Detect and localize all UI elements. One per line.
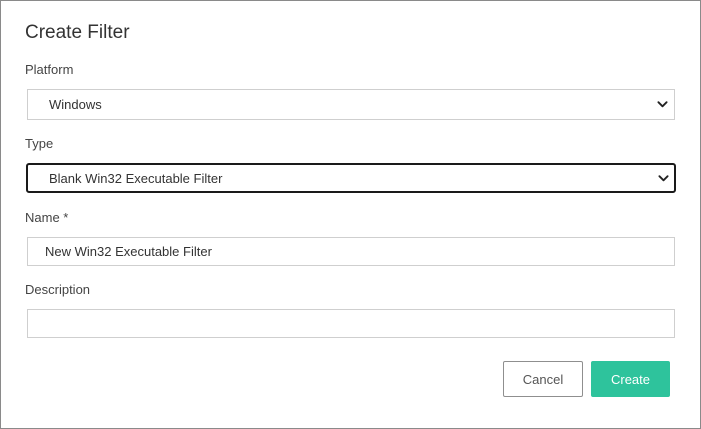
- name-input-value: New Win32 Executable Filter: [45, 244, 212, 259]
- type-select[interactable]: Blank Win32 Executable Filter: [26, 163, 676, 193]
- chevron-down-icon: [657, 101, 668, 108]
- description-input[interactable]: [27, 309, 675, 338]
- chevron-down-icon: [658, 175, 669, 182]
- type-label: Type: [25, 136, 54, 151]
- dialog-title: Create Filter: [25, 22, 130, 43]
- platform-label: Platform: [25, 62, 74, 77]
- name-label: Name *: [25, 210, 69, 225]
- create-button[interactable]: Create: [591, 361, 670, 397]
- type-selected-value: Blank Win32 Executable Filter: [49, 171, 223, 186]
- description-label: Description: [25, 282, 91, 297]
- create-filter-dialog: Create Filter Platform Windows Type Blan…: [0, 0, 701, 429]
- platform-select[interactable]: Windows: [27, 89, 675, 120]
- name-input[interactable]: New Win32 Executable Filter: [27, 237, 675, 266]
- cancel-button[interactable]: Cancel: [503, 361, 583, 397]
- platform-selected-value: Windows: [49, 97, 102, 112]
